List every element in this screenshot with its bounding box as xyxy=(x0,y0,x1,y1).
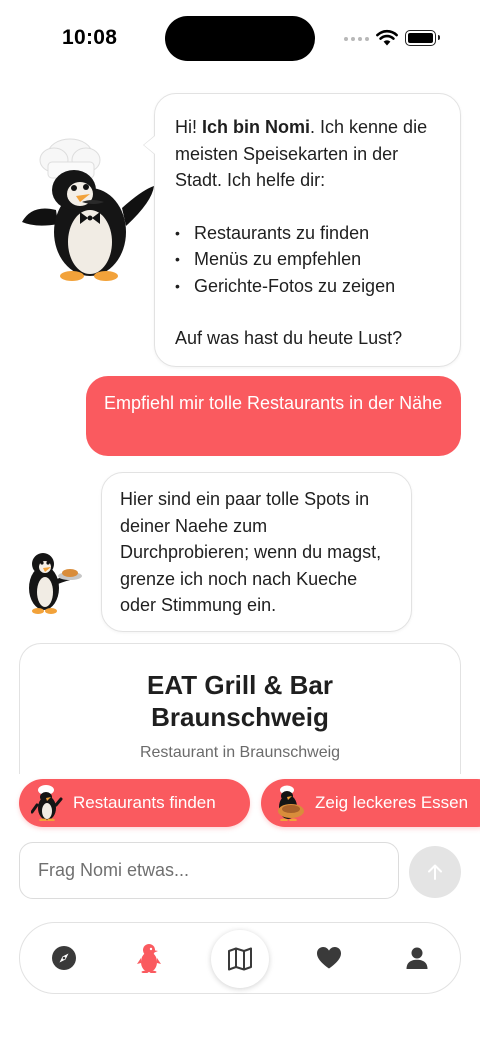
nomi-food-icon xyxy=(278,785,304,821)
intro-question: Auf was hast du heute Lust? xyxy=(175,328,403,348)
restaurant-card[interactable]: EAT Grill & Bar Braunschweig Restaurant … xyxy=(19,643,461,783)
battery-icon xyxy=(405,30,440,46)
chip-label: Zeig leckeres Essen xyxy=(315,793,469,812)
suggestion-chip-restaurants[interactable]: Restaurants finden xyxy=(19,779,250,827)
intro-text: Hi! Ich bin Nomi. Ich kenne die meisten … xyxy=(175,117,428,190)
heart-icon xyxy=(317,947,341,969)
nomi-waiter-avatar xyxy=(29,553,82,614)
nav-favorites[interactable] xyxy=(299,923,359,993)
suggestion-chip-food[interactable]: Zeig leckeres Essen xyxy=(261,779,480,827)
status-bar: 10:08 xyxy=(0,0,480,80)
arrow-up-icon xyxy=(428,864,442,880)
nav-map[interactable] xyxy=(211,930,269,988)
nav-explore[interactable] xyxy=(34,923,94,993)
cellular-signal-icon xyxy=(344,37,369,41)
list-item: Gerichte-Fotos zu zeigen xyxy=(175,273,440,300)
nomi-penguin-icon xyxy=(137,944,161,973)
bot-message-reply: Hier sind ein paar tolle Spots in deiner… xyxy=(101,472,412,632)
wifi-icon xyxy=(376,29,398,46)
restaurant-subtitle: Restaurant in Braunschweig xyxy=(139,744,341,761)
nav-nomi[interactable] xyxy=(119,923,179,993)
list-item: Menüs zu empfehlen xyxy=(175,246,440,273)
list-item: Restaurants zu finden xyxy=(175,220,440,247)
bottom-navigation xyxy=(19,922,461,994)
user-message: Empfiehl mir tolle Restaurants in der Nä… xyxy=(86,376,461,456)
bot-message-intro: Hi! Ich bin Nomi. Ich kenne die meisten … xyxy=(142,93,461,367)
chat-input[interactable] xyxy=(19,842,399,899)
nomi-chef-icon xyxy=(31,785,63,821)
compass-icon xyxy=(52,946,76,970)
dynamic-island xyxy=(165,16,315,61)
intro-help-list: Restaurants zu finden Menüs zu empfehlen… xyxy=(175,220,440,300)
nomi-chef-avatar xyxy=(22,138,154,281)
suggestion-chips: Restaurants finden Zeig leckeres Essen xyxy=(0,774,480,836)
map-icon xyxy=(228,947,252,971)
send-button[interactable] xyxy=(409,846,461,898)
restaurant-name: EAT Grill & Bar Braunschweig xyxy=(147,670,333,732)
nav-profile[interactable] xyxy=(387,923,447,993)
bot-name: Ich bin Nomi xyxy=(202,117,310,137)
status-time: 10:08 xyxy=(62,26,118,49)
person-icon xyxy=(406,947,428,969)
chip-label: Restaurants finden xyxy=(73,793,216,812)
